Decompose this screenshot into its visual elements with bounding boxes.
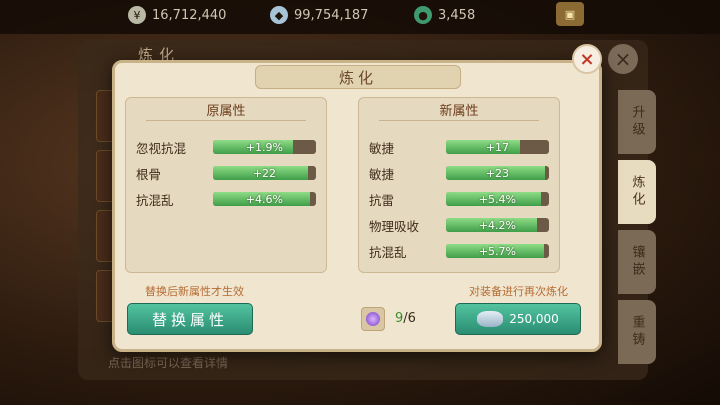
coin-balance: ¥ 16,712,440	[128, 4, 226, 26]
attribute-bar: +4.2%	[445, 218, 549, 232]
new-attributes-title: 新属性	[439, 104, 479, 119]
attribute-name: 敏捷	[369, 166, 395, 182]
attribute-bar: +17	[445, 140, 549, 154]
new-attribute-list: 敏捷 +17 敏捷 +23 抗雷 +5.4% 物理吸收 +4.2% 抗混乱 +5.7%	[369, 134, 549, 264]
attribute-name: 根骨	[136, 166, 162, 182]
dialog-title: 炼化	[255, 65, 461, 89]
attribute-row: 敏捷 +23	[369, 160, 549, 186]
coin-icon: ¥	[128, 6, 146, 24]
attribute-name: 抗混乱	[369, 244, 407, 260]
tab-inlay[interactable]: 镶嵌	[618, 230, 656, 294]
attribute-value: +22	[252, 166, 277, 180]
attribute-value: +5.4%	[478, 192, 517, 206]
attribute-row: 抗混乱 +4.6%	[136, 186, 316, 212]
attribute-name: 忽视抗混	[136, 140, 187, 156]
attribute-bar: +1.9%	[212, 140, 316, 154]
new-attributes-panel: 新属性 敏捷 +17 敏捷 +23 抗雷 +5.4% 物理吸收 +4.2% 抗混乱 +5.7%	[358, 97, 560, 273]
attribute-row: 抗混乱 +5.7%	[369, 238, 549, 264]
material-need: 6	[407, 311, 416, 326]
attribute-name: 物理吸收	[369, 218, 420, 234]
attribute-name: 敏捷	[369, 140, 395, 156]
jade-amount: 3,458	[438, 7, 476, 23]
gem-icon	[366, 312, 380, 326]
tab-refine[interactable]: 炼化	[618, 160, 656, 224]
attribute-row: 忽视抗混 +1.9%	[136, 134, 316, 160]
refine-dialog: 炼化 原属性 忽视抗混 +1.9% 根骨 +22 抗混乱 +4.6% 新属性 敏捷 +17 敏…	[112, 60, 602, 352]
jade-balance: ● 3,458	[414, 4, 475, 26]
side-tabs: 升级 炼化 镶嵌 重铸	[618, 90, 656, 364]
attribute-bar: +5.4%	[445, 192, 549, 206]
attribute-row: 物理吸收 +4.2%	[369, 212, 549, 238]
attribute-bar: +22	[212, 166, 316, 180]
replace-attributes-button[interactable]: 替换属性	[127, 303, 253, 335]
silver-ingot-icon	[477, 311, 504, 327]
divider	[146, 120, 306, 121]
attribute-value: +4.2%	[478, 218, 517, 232]
treasure-chest-icon[interactable]: ▣	[556, 2, 584, 26]
original-attributes-panel: 原属性 忽视抗混 +1.9% 根骨 +22 抗混乱 +4.6%	[125, 97, 327, 273]
silver-balance: ◆ 99,754,187	[270, 4, 368, 26]
material-count: 9/6	[395, 311, 416, 326]
attribute-value: +23	[485, 166, 510, 180]
back-panel-hint: 点击图标可以查看详情	[108, 356, 229, 370]
coin-amount: 16,712,440	[152, 7, 227, 23]
attribute-row: 抗雷 +5.4%	[369, 186, 549, 212]
original-attribute-list: 忽视抗混 +1.9% 根骨 +22 抗混乱 +4.6%	[136, 134, 316, 212]
close-icon[interactable]: ×	[572, 44, 602, 74]
tab-recast[interactable]: 重铸	[618, 300, 656, 364]
replace-hint: 替换后新属性才生效	[145, 285, 244, 298]
attribute-value: +4.6%	[245, 192, 284, 206]
silver-icon: ◆	[270, 6, 288, 24]
attribute-value: +17	[485, 140, 510, 154]
refine-again-button[interactable]: 250,000	[455, 303, 581, 335]
attribute-row: 根骨 +22	[136, 160, 316, 186]
original-attributes-title: 原属性	[206, 104, 246, 119]
attribute-bar: +5.7%	[445, 244, 549, 258]
jade-icon: ●	[414, 6, 432, 24]
tab-upgrade[interactable]: 升级	[618, 90, 656, 154]
back-panel-close-icon[interactable]: ×	[608, 44, 638, 74]
attribute-row: 敏捷 +17	[369, 134, 549, 160]
divider	[379, 120, 539, 121]
attribute-value: +1.9%	[245, 140, 284, 154]
refine-material-slot[interactable]	[361, 307, 385, 331]
refine-cost: 250,000	[509, 312, 559, 326]
silver-amount: 99,754,187	[294, 7, 369, 23]
attribute-bar: +23	[445, 166, 549, 180]
attribute-name: 抗混乱	[136, 192, 174, 208]
attribute-value: +5.7%	[478, 244, 517, 258]
attribute-bar: +4.6%	[212, 192, 316, 206]
refine-hint: 对装备进行再次炼化	[469, 285, 568, 298]
attribute-name: 抗雷	[369, 192, 395, 208]
